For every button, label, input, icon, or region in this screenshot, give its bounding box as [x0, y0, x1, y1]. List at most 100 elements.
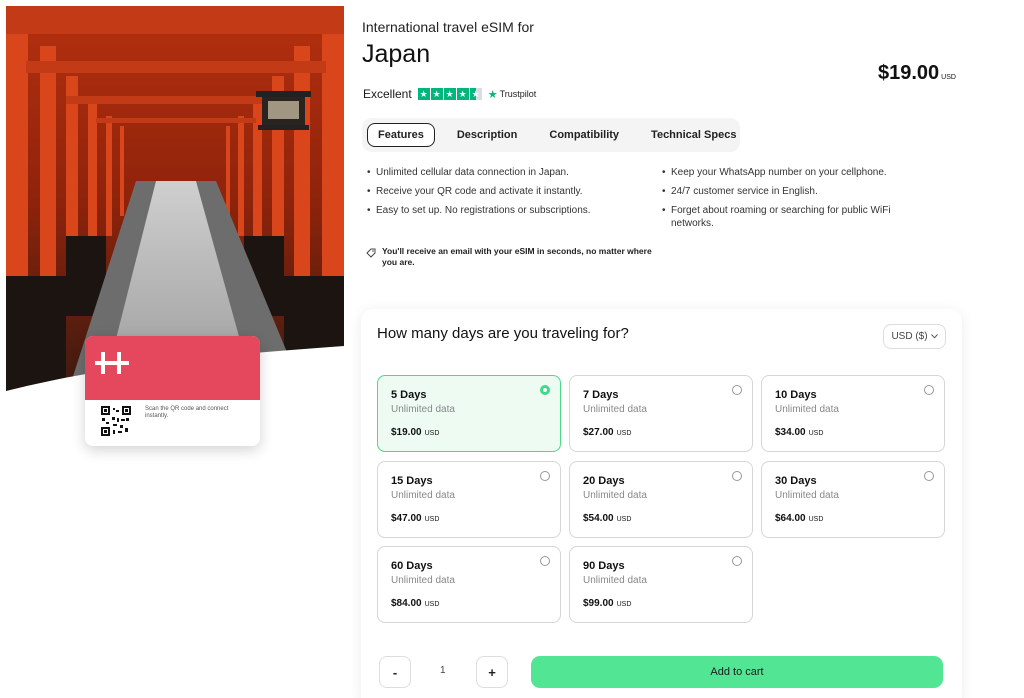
plan-price-amount: $19.00: [391, 427, 422, 438]
plan-price-amount: $34.00: [775, 427, 806, 438]
plan-data: Unlimited data: [583, 490, 647, 501]
plan-data: Unlimited data: [583, 575, 647, 586]
esim-card-illustration: Scan the QR code and connect instantly.: [85, 336, 260, 446]
plan-data: Unlimited data: [775, 404, 839, 415]
tab-compatibility[interactable]: Compatibility: [539, 123, 629, 147]
plan-price: $84.00 USD: [391, 598, 439, 609]
plan-name: 30 Days: [775, 475, 817, 487]
radio-unselected[interactable]: [540, 556, 550, 566]
plan-option-7-days[interactable]: 7 Days Unlimited data $27.00 USD: [569, 375, 753, 452]
radio-unselected[interactable]: [732, 385, 742, 395]
plan-data: Unlimited data: [391, 490, 455, 501]
plan-price-currency: USD: [616, 516, 632, 523]
radio-unselected[interactable]: [540, 471, 550, 481]
plan-name: 20 Days: [583, 475, 625, 487]
quantity-value: 1: [440, 665, 446, 676]
plan-data: Unlimited data: [391, 404, 455, 415]
chevron-down-icon: [930, 334, 938, 339]
tag-icon: [366, 248, 376, 258]
plan-price-currency: USD: [808, 430, 824, 437]
plan-price-amount: $84.00: [391, 598, 422, 609]
days-question: How many days are you traveling for?: [377, 325, 629, 342]
product-price: $19.00 USD: [878, 62, 956, 85]
plan-price-currency: USD: [424, 516, 440, 523]
quantity-increase-button[interactable]: +: [476, 656, 508, 688]
product-title: Japan: [362, 40, 431, 68]
rating-stars: ★ ★ ★ ★ ★: [417, 88, 482, 100]
plan-data: Unlimited data: [583, 404, 647, 415]
feature-item: Forget about roaming or searching for pu…: [662, 204, 922, 230]
trustpilot-rating[interactable]: Excellent ★ ★ ★ ★ ★ ★ Trustpilot: [363, 87, 536, 101]
radio-unselected[interactable]: [732, 471, 742, 481]
currency-value: USD ($): [891, 331, 928, 342]
plan-option-30-days[interactable]: 30 Days Unlimited data $64.00 USD: [761, 461, 945, 538]
feature-item: 24/7 customer service in English.: [662, 185, 922, 198]
plan-price-currency: USD: [616, 430, 632, 437]
plan-option-15-days[interactable]: 15 Days Unlimited data $47.00 USD: [377, 461, 561, 538]
plan-selector-card: How many days are you traveling for? USD…: [361, 309, 962, 698]
plan-name: 15 Days: [391, 475, 433, 487]
plan-name: 60 Days: [391, 560, 433, 572]
plan-price: $47.00 USD: [391, 513, 439, 524]
feature-item: Keep your WhatsApp number on your cellph…: [662, 166, 922, 179]
radio-unselected[interactable]: [924, 471, 934, 481]
radio-unselected[interactable]: [732, 556, 742, 566]
plan-name: 5 Days: [391, 389, 427, 401]
price-currency: USD: [941, 74, 956, 81]
plan-price: $54.00 USD: [583, 513, 631, 524]
star-icon: ★: [417, 88, 430, 100]
tab-technical-specs[interactable]: Technical Specs: [641, 123, 746, 147]
plan-price-amount: $27.00: [583, 427, 614, 438]
add-to-cart-button[interactable]: Add to cart: [531, 656, 943, 688]
trustpilot-star-icon: ★: [487, 88, 498, 101]
plan-option-90-days[interactable]: 90 Days Unlimited data $99.00 USD: [569, 546, 753, 623]
features-list-left: Unlimited cellular data connection in Ja…: [367, 166, 647, 223]
trustpilot-name: Trustpilot: [499, 89, 537, 99]
half-star-icon: ★: [469, 88, 482, 100]
plan-option-20-days[interactable]: 20 Days Unlimited data $54.00 USD: [569, 461, 753, 538]
plan-data: Unlimited data: [391, 575, 455, 586]
feature-item: Easy to set up. No registrations or subs…: [367, 204, 647, 217]
plan-option-5-days[interactable]: 5 Days Unlimited data $19.00 USD: [377, 375, 561, 452]
email-note-text: You'll receive an email with your eSIM i…: [382, 246, 652, 267]
holafly-logo-icon: [95, 352, 129, 374]
plan-price-currency: USD: [424, 430, 440, 437]
star-icon: ★: [443, 88, 456, 100]
radio-selected[interactable]: [540, 385, 550, 395]
price-amount: $19.00: [878, 62, 940, 84]
plan-price-amount: $54.00: [583, 513, 614, 524]
qr-caption: Scan the QR code and connect instantly.: [145, 406, 229, 419]
plan-price-amount: $64.00: [775, 513, 806, 524]
feature-item: Unlimited cellular data connection in Ja…: [367, 166, 647, 179]
features-list-right: Keep your WhatsApp number on your cellph…: [662, 166, 922, 236]
quantity-decrease-button[interactable]: -: [379, 656, 411, 688]
plan-name: 90 Days: [583, 560, 625, 572]
plan-price-currency: USD: [424, 601, 440, 608]
plan-price-amount: $99.00: [583, 598, 614, 609]
plan-name: 7 Days: [583, 389, 619, 401]
trustpilot-logo: ★ Trustpilot: [488, 88, 537, 101]
plan-price-currency: USD: [616, 601, 632, 608]
product-subtitle: International travel eSIM for: [362, 19, 534, 35]
email-note: You'll receive an email with your eSIM i…: [366, 246, 656, 268]
plan-price: $27.00 USD: [583, 427, 631, 438]
plan-option-10-days[interactable]: 10 Days Unlimited data $34.00 USD: [761, 375, 945, 452]
qr-code-icon: [101, 406, 131, 436]
currency-select[interactable]: USD ($): [883, 324, 946, 349]
rating-label: Excellent: [363, 87, 412, 101]
plan-data: Unlimited data: [775, 490, 839, 501]
plan-price-currency: USD: [808, 516, 824, 523]
feature-item: Receive your QR code and activate it ins…: [367, 185, 647, 198]
plan-option-60-days[interactable]: 60 Days Unlimited data $84.00 USD: [377, 546, 561, 623]
plan-price: $99.00 USD: [583, 598, 631, 609]
tab-description[interactable]: Description: [447, 123, 528, 147]
star-icon: ★: [430, 88, 443, 100]
plan-price: $34.00 USD: [775, 427, 823, 438]
product-tabs: Features Description Compatibility Techn…: [362, 118, 740, 152]
tab-features[interactable]: Features: [367, 123, 435, 147]
radio-unselected[interactable]: [924, 385, 934, 395]
plan-price: $19.00 USD: [391, 427, 439, 438]
plan-price-amount: $47.00: [391, 513, 422, 524]
plan-name: 10 Days: [775, 389, 817, 401]
star-icon: ★: [456, 88, 469, 100]
